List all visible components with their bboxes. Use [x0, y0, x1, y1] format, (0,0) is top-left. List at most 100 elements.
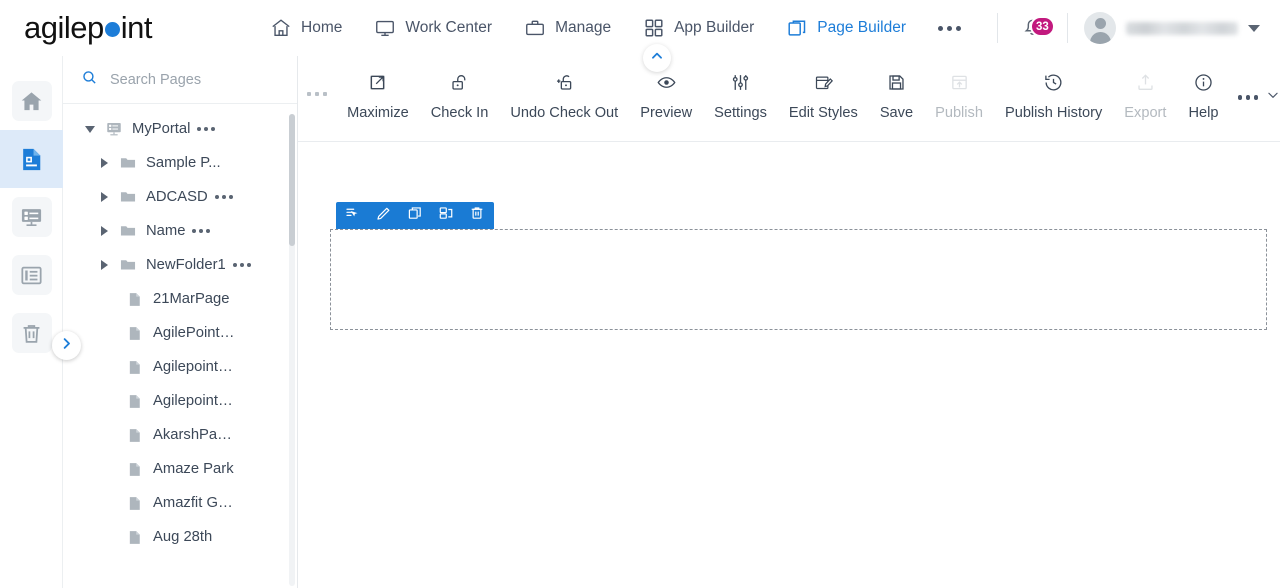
tree-item-label: AgilePoint… — [153, 325, 235, 341]
tree-item-label: NewFolder1 — [146, 257, 226, 273]
page-file-icon — [127, 291, 144, 308]
widget-copy-button[interactable] — [406, 207, 424, 225]
sliders-icon — [730, 72, 751, 97]
tree-item-page[interactable]: AkarshPa… — [63, 418, 297, 452]
nav-item-page-builder[interactable]: Page Builder — [770, 0, 922, 56]
tree-item-label: Name — [146, 223, 186, 239]
widget-select-button[interactable] — [344, 207, 362, 225]
nav-label: Home — [301, 19, 343, 36]
edit-styles-icon — [813, 72, 834, 97]
nav-label: Work Center — [405, 19, 493, 36]
top-header: agilep int Home Work Center Manage App B… — [0, 0, 1280, 56]
tree-item-page[interactable]: Agilepoint… — [63, 384, 297, 418]
rail-item-forms[interactable] — [0, 188, 63, 246]
widget-action-toolbar — [336, 202, 494, 229]
search-input[interactable] — [108, 70, 268, 89]
tree-item-label: Sample P... — [146, 155, 221, 171]
tree-item-label: AkarshPa… — [153, 427, 232, 443]
nav-overflow-ellipsis-icon[interactable] — [922, 0, 977, 56]
tree-item-page[interactable]: Agilepoint… — [63, 350, 297, 384]
tree-item-name[interactable]: Name — [63, 214, 297, 248]
chevron-right-icon[interactable] — [97, 192, 111, 202]
user-menu[interactable] — [1074, 12, 1280, 44]
toolbar-label: Preview — [640, 105, 693, 121]
rail-item-layouts[interactable] — [0, 246, 63, 304]
rail-collapse-button[interactable] — [52, 331, 81, 360]
help-button[interactable]: Help — [1177, 70, 1229, 123]
info-icon — [1193, 72, 1214, 97]
left-icon-rail — [0, 56, 63, 588]
publish-history-button[interactable]: Publish History — [994, 70, 1113, 123]
form-icon — [11, 197, 52, 237]
tree-item-page[interactable]: Amaze Park — [63, 452, 297, 486]
toolbar-collapse-button[interactable] — [643, 44, 671, 72]
tree-item-adcasd[interactable]: ADCASD — [63, 180, 297, 214]
chevron-down-icon — [1266, 88, 1280, 107]
export-button: Export — [1113, 70, 1177, 123]
chevron-down-icon[interactable] — [83, 125, 97, 133]
toolbar-label: Settings — [714, 105, 767, 121]
widget-duplicate-button[interactable] — [437, 207, 455, 225]
drag-handle-icon[interactable] — [298, 92, 336, 96]
home-icon — [11, 81, 52, 121]
save-icon — [886, 72, 907, 97]
toolbar-label: Edit Styles — [788, 105, 858, 121]
search-icon — [81, 69, 98, 91]
folder-icon — [119, 188, 137, 206]
tree-item-menu-icon[interactable] — [197, 127, 216, 131]
tree-item-menu-icon[interactable] — [192, 229, 211, 233]
notifications-button[interactable]: 33 — [1004, 13, 1061, 43]
chevron-right-icon[interactable] — [97, 260, 111, 270]
page-dropzone-container[interactable] — [330, 229, 1267, 330]
logo-text-right: int — [120, 10, 153, 45]
tree-item-label: Aug 28th — [153, 529, 213, 545]
tree-item-sample-p[interactable]: Sample P... — [63, 146, 297, 180]
page-file-icon — [127, 529, 144, 546]
agilepoint-logo[interactable]: agilep int — [24, 10, 153, 46]
nav-item-manage[interactable]: Manage — [508, 0, 627, 56]
move-select-icon — [345, 205, 361, 226]
undo-check-out-button[interactable]: Undo Check Out — [499, 70, 629, 123]
page-canvas[interactable] — [298, 142, 1280, 588]
tree-item-page[interactable]: 21MarPage — [63, 282, 297, 316]
maximize-button[interactable]: Maximize — [336, 70, 420, 123]
tree-item-menu-icon[interactable] — [214, 195, 233, 199]
pages-tree-panel: MyPortal Sample P... — [63, 56, 298, 588]
rail-item-pages[interactable] — [0, 130, 63, 188]
toolbar-label: Publish — [935, 105, 983, 121]
check-in-button[interactable]: Check In — [420, 70, 500, 123]
page-builder-app: agilep int Home Work Center Manage App B… — [0, 0, 1280, 588]
search-row — [63, 56, 297, 104]
rail-item-home[interactable] — [0, 72, 63, 130]
preview-button[interactable]: Preview — [629, 70, 703, 123]
tree-item-page[interactable]: Amazfit G… — [63, 486, 297, 520]
tree-scrollbar-thumb[interactable] — [289, 114, 295, 246]
edit-styles-button[interactable]: Edit Styles — [778, 70, 869, 123]
toolbar-overflow-button[interactable] — [1237, 88, 1280, 107]
save-button[interactable]: Save — [869, 70, 924, 123]
tree-item-page[interactable]: AgilePoint… — [63, 316, 297, 350]
tree-item-page[interactable]: Aug 28th — [63, 520, 297, 554]
tree-item-newfolder1[interactable]: NewFolder1 — [63, 248, 297, 282]
lock-undo-icon — [554, 72, 575, 97]
user-avatar-icon — [1084, 12, 1116, 44]
nav-item-home[interactable]: Home — [254, 0, 358, 56]
page-icon — [12, 139, 52, 179]
toolbar-label: Undo Check Out — [510, 105, 619, 121]
tree-item-label: Agilepoint… — [153, 393, 233, 409]
nav-item-work-center[interactable]: Work Center — [358, 0, 508, 56]
settings-button[interactable]: Settings — [703, 70, 778, 123]
header-divider — [1067, 13, 1068, 43]
nav-label: App Builder — [674, 19, 755, 36]
chevron-right-icon[interactable] — [97, 226, 111, 236]
folder-icon — [119, 154, 137, 172]
toolbar-buttons: Maximize Check In Undo Check Out Preview… — [336, 70, 1280, 123]
history-icon — [1043, 72, 1064, 97]
widget-edit-button[interactable] — [375, 207, 393, 225]
toolbar-label: Save — [879, 105, 914, 121]
tree-item-myportal[interactable]: MyPortal — [63, 112, 297, 146]
chevron-right-icon[interactable] — [97, 158, 111, 168]
portal-icon — [105, 120, 123, 138]
tree-item-menu-icon[interactable] — [232, 263, 251, 267]
widget-delete-button[interactable] — [468, 207, 486, 225]
